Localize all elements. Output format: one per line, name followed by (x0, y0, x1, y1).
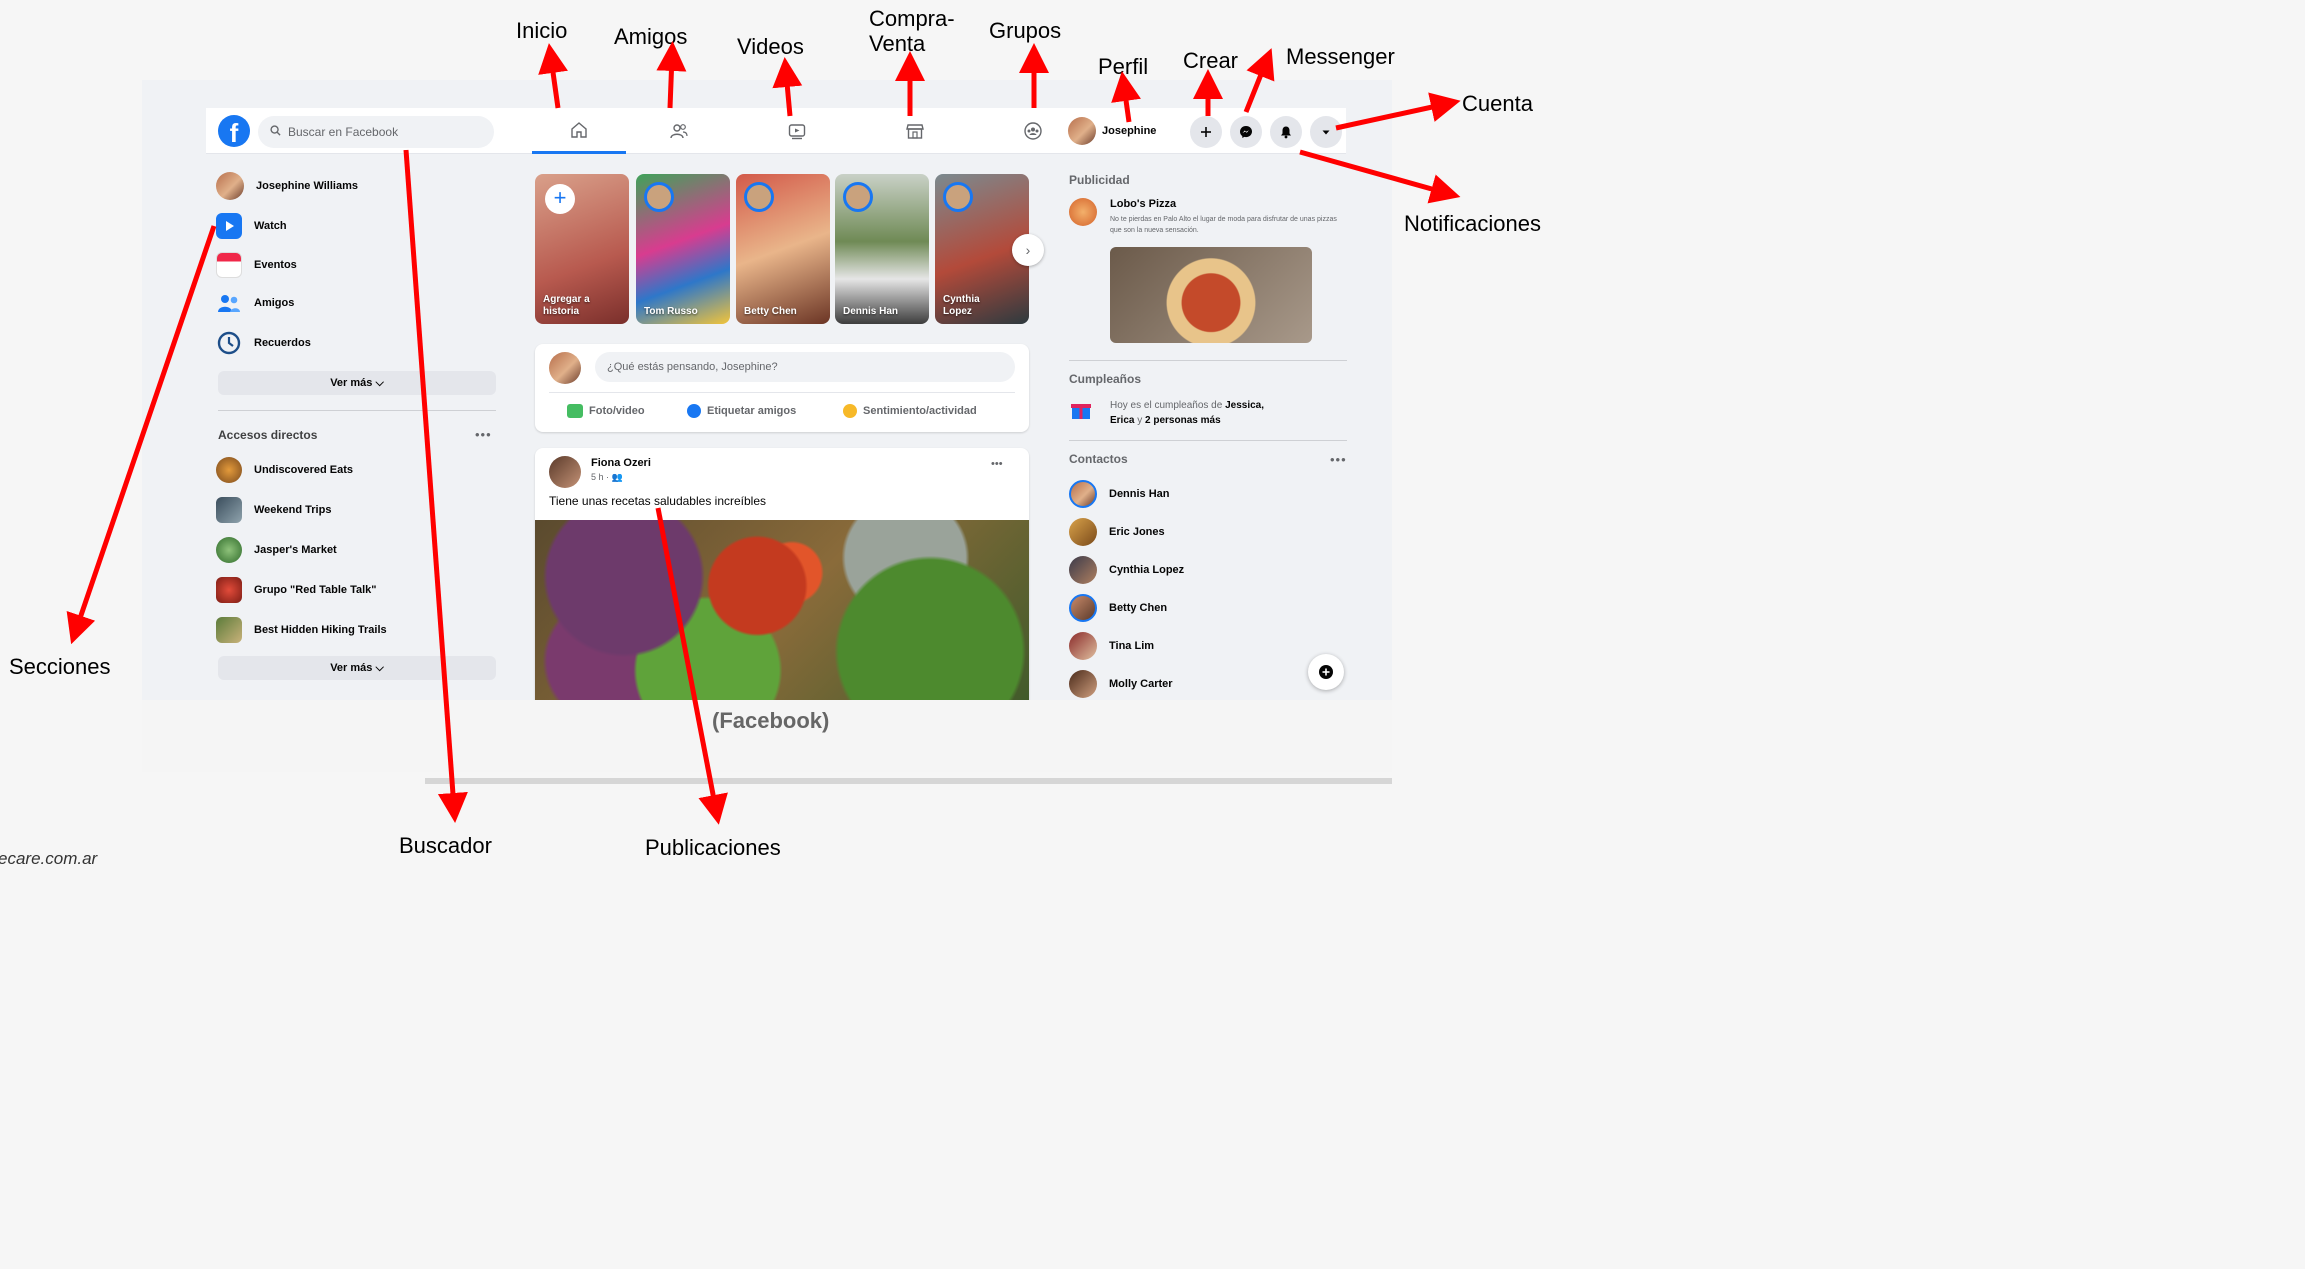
arrow-notificaciones (1299, 149, 1461, 204)
arrow-secciones (66, 225, 217, 645)
arrow-publicaciones (655, 507, 728, 825)
arrow-inicio (538, 43, 568, 109)
arrow-cuenta (1335, 92, 1461, 131)
arrow-amigos (656, 41, 687, 109)
arrow-messenger (1243, 48, 1275, 113)
annotation-arrows (66, 41, 1461, 825)
arrow-buscador (403, 149, 468, 823)
arrow-videos (772, 57, 803, 117)
arrow-perfil (1111, 71, 1141, 123)
